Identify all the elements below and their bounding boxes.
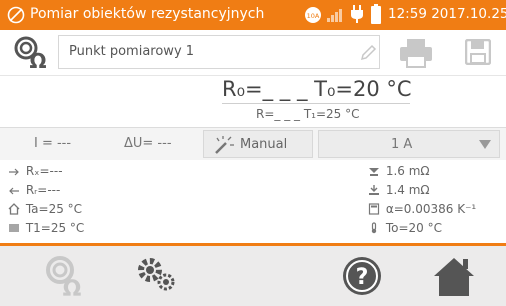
ref-temp-value: To=20 °C bbox=[385, 221, 442, 235]
current-range-label: 10A bbox=[307, 12, 320, 20]
measurement-point-row: Ω Punkt pomiarowy 1 bbox=[0, 30, 506, 75]
details-panel: Rₓ=--- Rᵣ=--- Ta=25 °C T1=25 °C 1.6 mΩ 1… bbox=[0, 160, 506, 242]
arrow-right-icon bbox=[9, 168, 19, 176]
test-current-select[interactable]: 1 A bbox=[318, 130, 500, 158]
alpha-readout: α=0.00386 K⁻¹ bbox=[368, 202, 476, 216]
thermometer-icon bbox=[371, 222, 377, 234]
object-temp-value: T1=25 °C bbox=[25, 221, 85, 235]
pencil-icon[interactable] bbox=[359, 44, 377, 62]
help-icon[interactable]: ? bbox=[336, 250, 388, 302]
sub-result: R=_ _ _ T₁=25 °C bbox=[256, 107, 360, 121]
rf-value: Rₓ=--- bbox=[25, 164, 63, 178]
ref-temp-readout: To=20 °C bbox=[368, 221, 442, 235]
object-temp-readout: T1=25 °C bbox=[8, 221, 84, 235]
battery-icon bbox=[371, 4, 381, 24]
home-icon[interactable] bbox=[428, 250, 480, 302]
ambient-temp-readout: Ta=25 °C bbox=[8, 202, 82, 216]
resistance-mode-icon[interactable]: Ω bbox=[40, 250, 92, 302]
svg-text:Ω: Ω bbox=[63, 277, 82, 302]
printer-icon[interactable] bbox=[398, 37, 434, 69]
clock: 12:59 2017.10.25 bbox=[388, 6, 506, 22]
resistance-probe-icon[interactable]: Ω bbox=[12, 35, 52, 71]
current-readout: I = --- bbox=[34, 136, 72, 151]
alpha-value: α=0.00386 K⁻¹ bbox=[385, 202, 477, 216]
ambient-temp-value: Ta=25 °C bbox=[25, 202, 83, 216]
coil-icon bbox=[9, 224, 19, 232]
chevron-down-icon bbox=[479, 140, 491, 149]
rr-result-value: 1.4 mΩ bbox=[385, 183, 430, 197]
manual-mode-button[interactable]: Manual bbox=[203, 130, 313, 158]
signal-icon bbox=[327, 9, 342, 22]
point-name-field[interactable]: Punkt pomiarowy 1 bbox=[58, 35, 380, 69]
rf-result-value: 1.6 mΩ bbox=[385, 164, 430, 178]
bottom-nav: Ω ? bbox=[0, 246, 506, 306]
rr-result-readout: 1.4 mΩ bbox=[368, 183, 430, 197]
arrow-left-icon bbox=[9, 187, 19, 195]
rf-readout: Rₓ=--- bbox=[8, 164, 63, 178]
settings-gear-icon[interactable] bbox=[132, 250, 184, 302]
screen-title: Pomiar obiektów rezystancyjnych bbox=[30, 6, 265, 22]
manual-trigger-icon bbox=[215, 136, 234, 154]
svg-text:Ω: Ω bbox=[29, 49, 46, 71]
current-range-icon: 10A bbox=[305, 7, 321, 23]
rr-value: Rᵣ=--- bbox=[25, 183, 61, 197]
point-name-value: Punkt pomiarowy 1 bbox=[69, 44, 195, 59]
measurement-mode-icon bbox=[7, 6, 25, 24]
power-plug-icon bbox=[351, 5, 363, 23]
manual-mode-label: Manual bbox=[240, 137, 288, 152]
main-result: R₀=_ _ _ T₀=20 °C bbox=[222, 77, 412, 101]
rr-readout: Rᵣ=--- bbox=[8, 183, 60, 197]
clamp-down-icon bbox=[369, 185, 379, 195]
result-panel: R₀=_ _ _ T₀=20 °C R=_ _ _ T₁=25 °C bbox=[0, 75, 506, 128]
status-bar: Pomiar obiektów rezystancyjnych 10A 12:5… bbox=[0, 0, 506, 30]
voltage-drop-readout: ΔU= --- bbox=[124, 136, 172, 151]
save-icon[interactable] bbox=[465, 39, 491, 65]
house-icon bbox=[8, 203, 20, 215]
result-divider bbox=[222, 103, 410, 104]
calculator-icon bbox=[368, 203, 380, 215]
settings-row: I = --- ΔU= --- Manual 1 A bbox=[0, 127, 506, 161]
test-current-value: 1 A bbox=[391, 137, 413, 152]
svg-text:?: ? bbox=[356, 265, 369, 290]
clamp-up-icon bbox=[369, 168, 379, 176]
rf-result-readout: 1.6 mΩ bbox=[368, 164, 430, 178]
